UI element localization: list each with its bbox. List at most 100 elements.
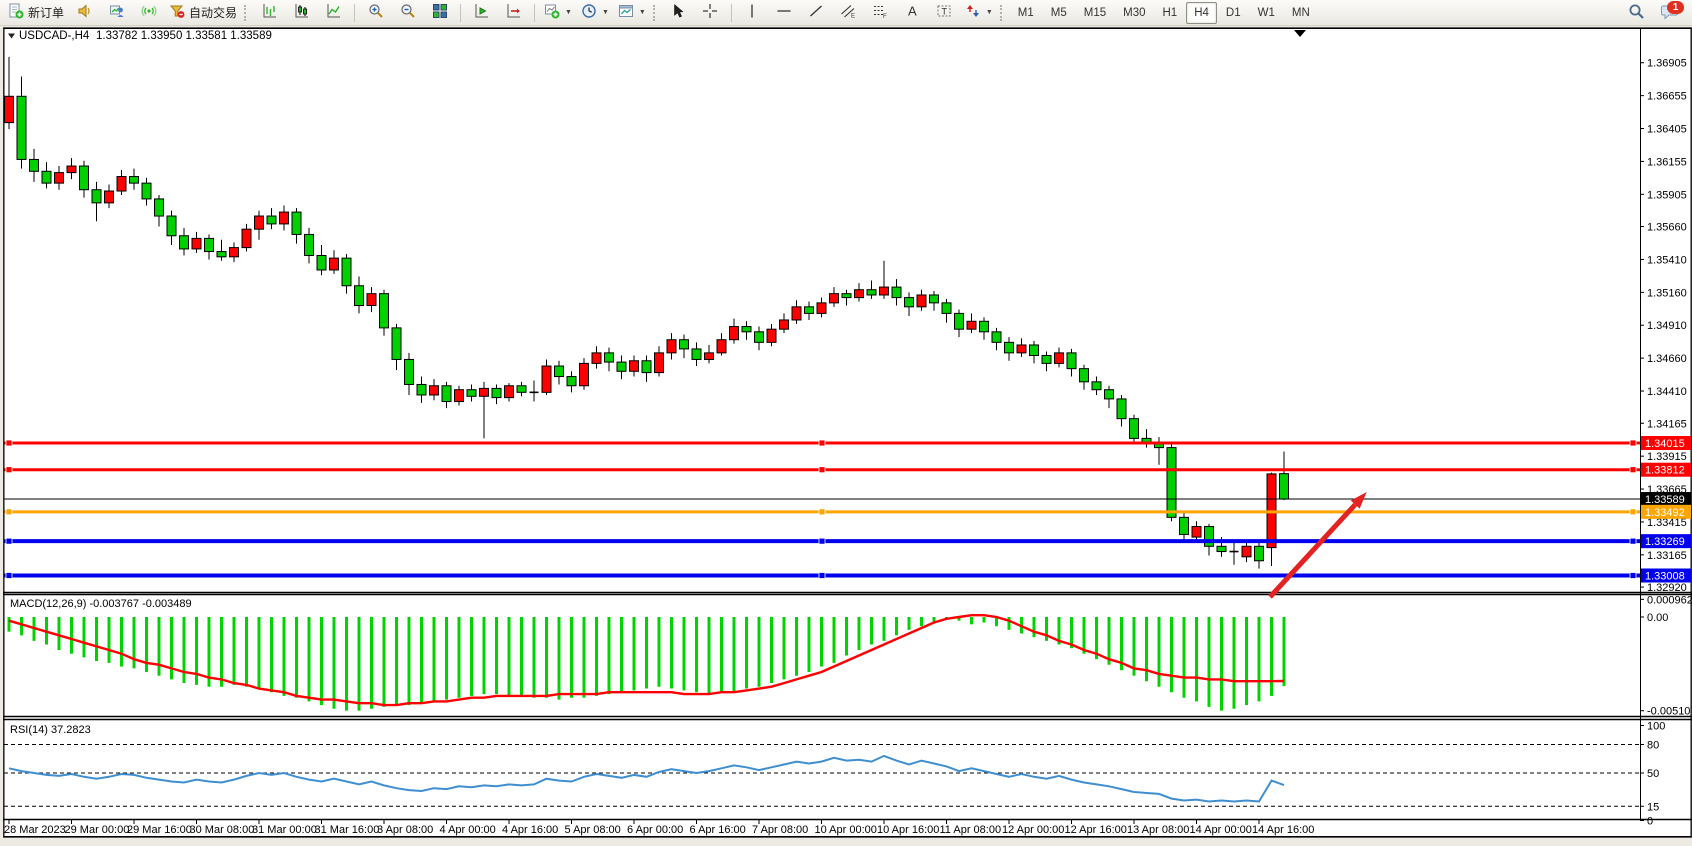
clock-icon xyxy=(581,3,597,22)
svg-text:11 Apr 08:00: 11 Apr 08:00 xyxy=(940,824,1002,836)
cursor-tool-button[interactable] xyxy=(663,1,694,25)
arrows-icon xyxy=(965,3,981,22)
text-tool-button[interactable]: A xyxy=(897,1,928,25)
sound-button[interactable] xyxy=(69,1,100,25)
zoom-in-button[interactable] xyxy=(360,1,391,25)
templates-button[interactable]: ▼ xyxy=(614,1,650,25)
svg-text:-0.005107: -0.005107 xyxy=(1647,706,1692,718)
svg-text:28 Mar 2023: 28 Mar 2023 xyxy=(4,824,66,836)
svg-text:1.35160: 1.35160 xyxy=(1647,287,1687,299)
text-label-icon: T xyxy=(936,3,952,22)
toolbar-grip xyxy=(244,5,248,21)
crosshair-tool-button[interactable] xyxy=(695,1,726,25)
notification-badge: 1 xyxy=(1667,1,1684,14)
trendline-tool-button[interactable] xyxy=(801,1,832,25)
market-watch-button[interactable] xyxy=(101,1,132,25)
crosshair-icon xyxy=(702,3,718,22)
auto-trading-icon xyxy=(169,3,185,22)
svg-text:1.36905: 1.36905 xyxy=(1647,58,1687,70)
timeframe-h1-button[interactable]: H1 xyxy=(1155,2,1186,24)
timeframe-h4-button[interactable]: H4 xyxy=(1186,2,1217,24)
vertical-line-tool-button[interactable] xyxy=(737,1,768,25)
svg-text:12 Apr 00:00: 12 Apr 00:00 xyxy=(1002,824,1064,836)
text-label-tool-button[interactable]: T xyxy=(929,1,960,25)
svg-text:31 Mar 00:00: 31 Mar 00:00 xyxy=(252,824,317,836)
svg-text:6 Apr 16:00: 6 Apr 16:00 xyxy=(690,824,746,836)
timeframe-mn-button[interactable]: MN xyxy=(1284,2,1318,24)
svg-text:100: 100 xyxy=(1647,721,1665,733)
chart-window[interactable]: 1.36905 1.36655 1.36405 1.36155 1.35905 1.356… xyxy=(3,27,1692,838)
svg-text:1.32920: 1.32920 xyxy=(1647,582,1687,594)
timeframe-w1-button[interactable]: W1 xyxy=(1250,2,1283,24)
svg-text:0.000962: 0.000962 xyxy=(1647,594,1692,606)
bar-chart-button[interactable] xyxy=(254,1,285,25)
new-order-button[interactable]: 新订单 xyxy=(4,1,68,25)
svg-text:1.34910: 1.34910 xyxy=(1647,320,1687,332)
svg-text:1.35410: 1.35410 xyxy=(1647,254,1687,266)
candlestick-chart-button[interactable] xyxy=(286,1,317,25)
timeframe-d1-button[interactable]: D1 xyxy=(1218,2,1249,24)
line-chart-button[interactable] xyxy=(318,1,349,25)
svg-text:1.36655: 1.36655 xyxy=(1647,91,1687,103)
periods-button[interactable]: ▼ xyxy=(577,1,613,25)
horizontal-line-tool-button[interactable] xyxy=(769,1,800,25)
timeframe-m30-button[interactable]: M30 xyxy=(1115,2,1153,24)
svg-text:0: 0 xyxy=(1647,816,1653,828)
svg-text:F: F xyxy=(883,14,887,19)
chart-shift-button[interactable] xyxy=(498,1,529,25)
svg-text:1.34660: 1.34660 xyxy=(1647,353,1687,365)
dropdown-caret: ▼ xyxy=(639,9,646,16)
svg-text:4 Apr 16:00: 4 Apr 16:00 xyxy=(502,824,558,836)
auto-scroll-icon xyxy=(474,3,490,22)
cursor-icon xyxy=(670,3,686,22)
toolbar-grip xyxy=(653,5,657,21)
bar-chart-icon xyxy=(262,3,278,22)
chart-canvas[interactable]: 1.36905 1.36655 1.36405 1.36155 1.35905 1.356… xyxy=(3,27,1692,838)
toolbar-separator xyxy=(731,4,732,22)
auto-scroll-button[interactable] xyxy=(466,1,497,25)
svg-text:7 Apr 08:00: 7 Apr 08:00 xyxy=(752,824,808,836)
toolbar-grip xyxy=(1000,5,1004,21)
add-indicator-icon xyxy=(544,3,560,22)
fibonacci-tool-button[interactable]: F xyxy=(865,1,896,25)
search-button[interactable] xyxy=(1621,1,1652,25)
svg-text:E: E xyxy=(851,14,855,20)
svg-text:1.35905: 1.35905 xyxy=(1647,189,1687,201)
indicators-button[interactable]: ▼ xyxy=(540,1,576,25)
dropdown-caret: ▼ xyxy=(602,9,609,16)
rsi-indicator-label: RSI(14) 37.2823 xyxy=(10,724,91,736)
text-icon: A xyxy=(904,3,920,22)
signals-button[interactable] xyxy=(133,1,164,25)
timeframe-m1-button[interactable]: M1 xyxy=(1010,2,1042,24)
timeframe-m15-button[interactable]: M15 xyxy=(1076,2,1114,24)
toolbar-separator xyxy=(460,4,461,22)
svg-text:14 Apr 16:00: 14 Apr 16:00 xyxy=(1252,824,1314,836)
tile-windows-button[interactable] xyxy=(424,1,455,25)
equidistant-channel-tool-button[interactable]: E xyxy=(833,1,864,25)
svg-text:1.36155: 1.36155 xyxy=(1647,156,1687,168)
svg-text:1.36405: 1.36405 xyxy=(1647,124,1687,136)
svg-text:10 Apr 00:00: 10 Apr 00:00 xyxy=(815,824,877,836)
macd-indicator-label: MACD(12,26,9) -0.003767 -0.003489 xyxy=(10,598,192,610)
template-icon xyxy=(618,3,634,22)
horizontal-line-icon xyxy=(776,3,792,22)
svg-text:29 Mar 16:00: 29 Mar 16:00 xyxy=(127,824,192,836)
notifications-button[interactable]: 1 xyxy=(1658,2,1682,24)
svg-text:1.35660: 1.35660 xyxy=(1647,222,1687,234)
vertical-line-icon xyxy=(744,3,760,22)
svg-text:29 Mar 00:00: 29 Mar 00:00 xyxy=(65,824,130,836)
svg-text:13 Apr 08:00: 13 Apr 08:00 xyxy=(1127,824,1189,836)
svg-text:10 Apr 16:00: 10 Apr 16:00 xyxy=(877,824,939,836)
svg-text:1.33492: 1.33492 xyxy=(1645,507,1685,519)
auto-trading-button[interactable]: 自动交易 xyxy=(165,1,241,25)
svg-text:1.34410: 1.34410 xyxy=(1647,386,1687,398)
status-bar xyxy=(0,838,1692,846)
svg-text:1.33269: 1.33269 xyxy=(1645,536,1685,548)
svg-text:1.33165: 1.33165 xyxy=(1647,550,1687,562)
zoom-out-button[interactable] xyxy=(392,1,423,25)
timeframe-m5-button[interactable]: M5 xyxy=(1043,2,1075,24)
zoom-in-icon xyxy=(368,3,384,22)
svg-text:3 Apr 08:00: 3 Apr 08:00 xyxy=(377,824,433,836)
svg-text:6 Apr 00:00: 6 Apr 00:00 xyxy=(627,824,683,836)
arrows-tool-button[interactable]: ▼ xyxy=(961,1,997,25)
